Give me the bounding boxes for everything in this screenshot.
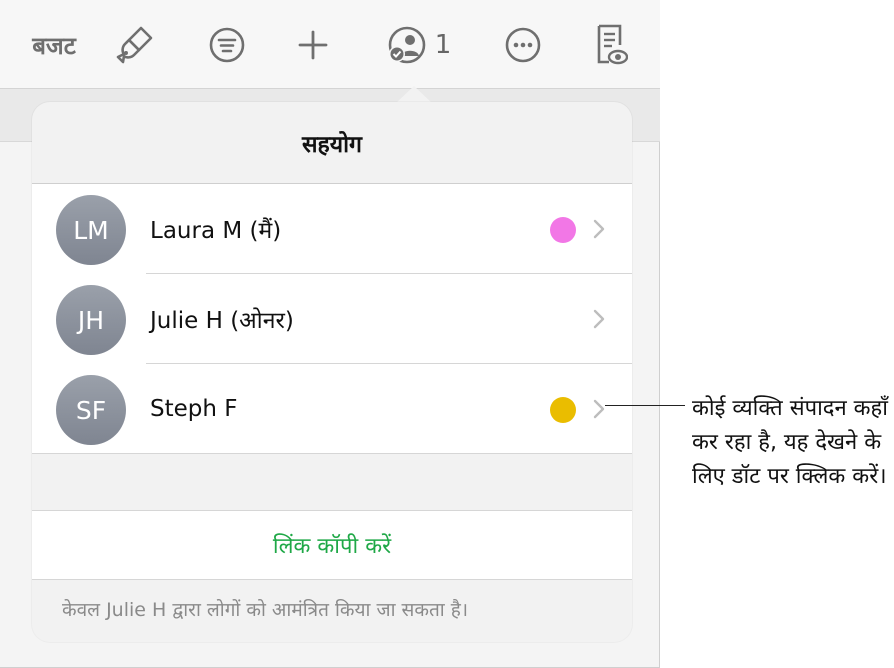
participant-name: Julie H (ओनर) bbox=[150, 308, 294, 334]
popover-title: सहयोग bbox=[32, 102, 632, 184]
more-icon[interactable] bbox=[498, 22, 548, 68]
participant-row[interactable]: LM Laura M (मैं) bbox=[32, 184, 632, 274]
reader-view-icon[interactable] bbox=[586, 22, 636, 68]
collaborator-count: 1 bbox=[434, 30, 452, 60]
collaborate-button[interactable]: 1 bbox=[378, 22, 458, 68]
cursor-dot[interactable] bbox=[550, 397, 576, 423]
participant-row[interactable]: JH Julie H (ओनर) bbox=[32, 274, 632, 364]
chevron-right-icon[interactable] bbox=[592, 398, 606, 420]
participant-list: LM Laura M (मैं) JH Julie H (ओनर) SF Ste… bbox=[32, 184, 632, 454]
avatar: SF bbox=[56, 375, 126, 445]
collaborate-icon bbox=[388, 26, 426, 64]
participant-name: Steph F bbox=[150, 396, 238, 422]
popover-arrow bbox=[396, 86, 432, 103]
avatar: LM bbox=[56, 195, 126, 265]
callout-leader-line bbox=[605, 405, 685, 406]
format-icon[interactable] bbox=[202, 22, 252, 68]
callout-text: कोई व्यक्ति संपादन कहाँ कर रहा है, यह दे… bbox=[692, 396, 888, 489]
participant-row[interactable]: SF Steph F bbox=[32, 364, 632, 454]
avatar: JH bbox=[56, 285, 126, 355]
collaboration-popover: सहयोग LM Laura M (मैं) JH Julie H (ओनर) … bbox=[32, 102, 632, 642]
participant-name: Laura M (मैं) bbox=[150, 218, 282, 244]
invite-permission-note: केवल Julie H द्वारा लोगों को आमंत्रित कि… bbox=[62, 599, 469, 621]
paintbrush-icon[interactable] bbox=[110, 22, 160, 68]
row-divider bbox=[32, 453, 632, 454]
toolbar: बजट 1 bbox=[0, 0, 660, 89]
chevron-right-icon[interactable] bbox=[592, 218, 606, 240]
copy-link-button[interactable]: लिंक कॉपी करें bbox=[32, 510, 632, 580]
document-title[interactable]: बजट bbox=[22, 22, 86, 68]
cursor-dot[interactable] bbox=[550, 217, 576, 243]
add-icon[interactable] bbox=[288, 22, 338, 68]
chevron-right-icon[interactable] bbox=[592, 308, 606, 330]
